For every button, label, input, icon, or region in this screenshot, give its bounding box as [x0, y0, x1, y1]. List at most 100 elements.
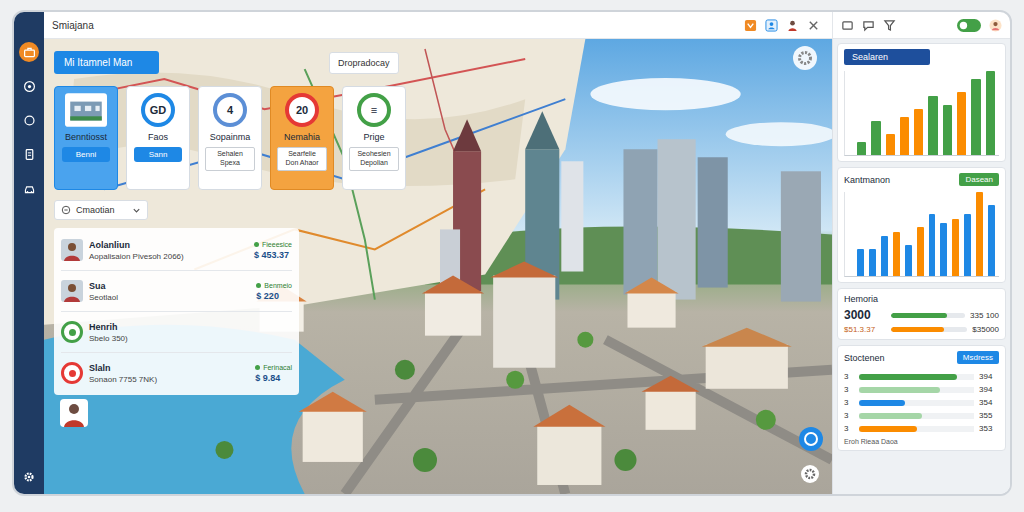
sidebar-item[interactable] [19, 110, 39, 130]
person-name: Slaln [89, 363, 249, 373]
card-label: Faos [148, 132, 168, 142]
chart-bar[interactable] [857, 249, 864, 276]
maintenance-bar-chart [844, 192, 999, 277]
chart-bar[interactable] [929, 214, 936, 276]
person-amount: $ 453.37 [254, 250, 289, 260]
card-button[interactable]: Sann [134, 147, 183, 162]
stock-bar [859, 374, 974, 380]
person-row[interactable]: Aolanliun Aopalisaion Pivesoh 2066) Fieees… [61, 230, 292, 271]
stock-action-button[interactable]: Msdress [957, 351, 999, 364]
chart-bar[interactable] [986, 71, 995, 155]
chart-bar[interactable] [881, 236, 888, 276]
metric-value: $51.3.37 [844, 325, 886, 334]
target-icon [23, 80, 36, 93]
locate-button-icon[interactable] [798, 426, 824, 452]
card-label: Benntiosst [65, 132, 107, 142]
chart-bar[interactable] [914, 109, 923, 155]
card-title: Stoctenen [844, 353, 885, 363]
card-title: Hemoria [844, 294, 999, 304]
sidebar-item[interactable] [19, 42, 39, 62]
sales-bar-chart [844, 71, 999, 156]
chat-icon[interactable] [862, 19, 875, 32]
summary-card[interactable]: 20NemahiaSearfelie Don Ahaor [270, 86, 334, 190]
status-toggle-icon[interactable] [957, 19, 981, 32]
card-note: Seohesien Depolian [349, 147, 399, 171]
filter-icon[interactable] [883, 19, 896, 32]
sidebar-item[interactable] [19, 76, 39, 96]
chart-bar[interactable] [917, 227, 924, 276]
chart-bar[interactable] [940, 223, 947, 276]
stats-panel: SealarenKantmanonDaseanHemoria3000335 10… [832, 39, 1010, 494]
chart-bar[interactable] [957, 92, 966, 155]
top-bar: Smiajana [44, 12, 1010, 39]
card-label: Sopainma [210, 132, 251, 142]
card-button[interactable]: Benni [62, 147, 111, 162]
chart-bar[interactable] [928, 96, 937, 155]
person-row[interactable]: HenrihSbelo 350) [61, 312, 292, 353]
filter-circle-icon [61, 205, 71, 215]
person-detail: Aopalisaion Pivesoh 2066) [89, 252, 248, 261]
stock-row: 3355 [844, 409, 999, 422]
metric-ring: 4 [213, 93, 247, 127]
alert-icon[interactable] [744, 19, 757, 32]
chart-title: Kantmanon [844, 175, 890, 185]
sidebar-item[interactable] [19, 144, 39, 164]
sidebar-item[interactable] [19, 178, 39, 198]
profile-card-icon[interactable] [765, 19, 778, 32]
building-photo-icon [65, 93, 107, 127]
person-row[interactable]: SuaSeotlaolBenmeio$ 220 [61, 271, 292, 312]
metric-bar [891, 313, 965, 318]
chart-bar[interactable] [871, 121, 880, 155]
person-tag: Fieeesice [254, 241, 292, 248]
sales-chart-card: Sealaren [837, 43, 1006, 162]
chart-bar[interactable] [886, 134, 895, 155]
person-amount: $ 9.84 [255, 373, 280, 383]
stock-bar [859, 387, 974, 393]
maintenance-chart-card: Kantmanon Dasean [837, 167, 1006, 283]
chart-bar[interactable] [905, 245, 912, 276]
map-settings-icon[interactable] [792, 45, 818, 71]
summary-card[interactable]: GD Faos Sann [126, 86, 190, 190]
chart-bar[interactable] [857, 142, 866, 155]
metric-ring: GD [141, 93, 175, 127]
person-photo-icon [61, 280, 83, 302]
person-photo-icon [61, 239, 83, 261]
chart-bar[interactable] [971, 79, 980, 155]
chart-action-button[interactable]: Dasean [959, 173, 999, 186]
person-name: Aolanliun [89, 240, 248, 250]
summary-card[interactable]: ≡PrigeSeohesien Depolian [342, 86, 406, 190]
map-options-icon[interactable] [800, 464, 820, 484]
chart-bar[interactable] [893, 232, 900, 276]
stock-bar [859, 400, 974, 406]
window-icon[interactable] [841, 19, 854, 32]
circle-icon [23, 114, 36, 127]
summary-card[interactable]: 4SopainmaSehalen Spexa [198, 86, 262, 190]
category-dropdown[interactable]: Cmaotian [54, 200, 148, 220]
close-icon[interactable] [807, 19, 820, 32]
person-tag: Ferinacal [255, 364, 292, 371]
user-icon[interactable] [786, 19, 799, 32]
metric-reading: 335 100 [970, 311, 999, 320]
chart-bar[interactable] [900, 117, 909, 155]
person-name: Sua [89, 281, 250, 291]
chart-bar[interactable] [869, 249, 876, 276]
status-badge-icon [61, 321, 83, 343]
settings-gear-icon[interactable] [22, 470, 36, 484]
map-view[interactable]: Mi Itamnel Man Dropradocay Benntiosst Benni… [44, 39, 832, 494]
user-avatar-icon[interactable] [60, 399, 88, 427]
chart-bar[interactable] [964, 214, 971, 276]
document-icon [23, 148, 36, 161]
chart-bar[interactable] [943, 105, 952, 155]
map-title-badge: Mi Itamnel Man [54, 51, 159, 74]
map-region-label[interactable]: Dropradocay [329, 52, 399, 74]
stock-row: 3354 [844, 396, 999, 409]
chart-bar[interactable] [952, 219, 959, 276]
briefcase-icon [23, 46, 36, 59]
chart-bar[interactable] [988, 205, 995, 276]
summary-card[interactable]: Benntiosst Benni [54, 86, 118, 190]
stock-row: 3353 [844, 422, 999, 435]
account-avatar-icon[interactable] [989, 19, 1002, 32]
person-row[interactable]: SlalnSonaon 7755 7NK)Ferinacal$ 9.84 [61, 353, 292, 393]
chart-bar[interactable] [976, 192, 983, 276]
chevron-down-icon [132, 206, 141, 215]
